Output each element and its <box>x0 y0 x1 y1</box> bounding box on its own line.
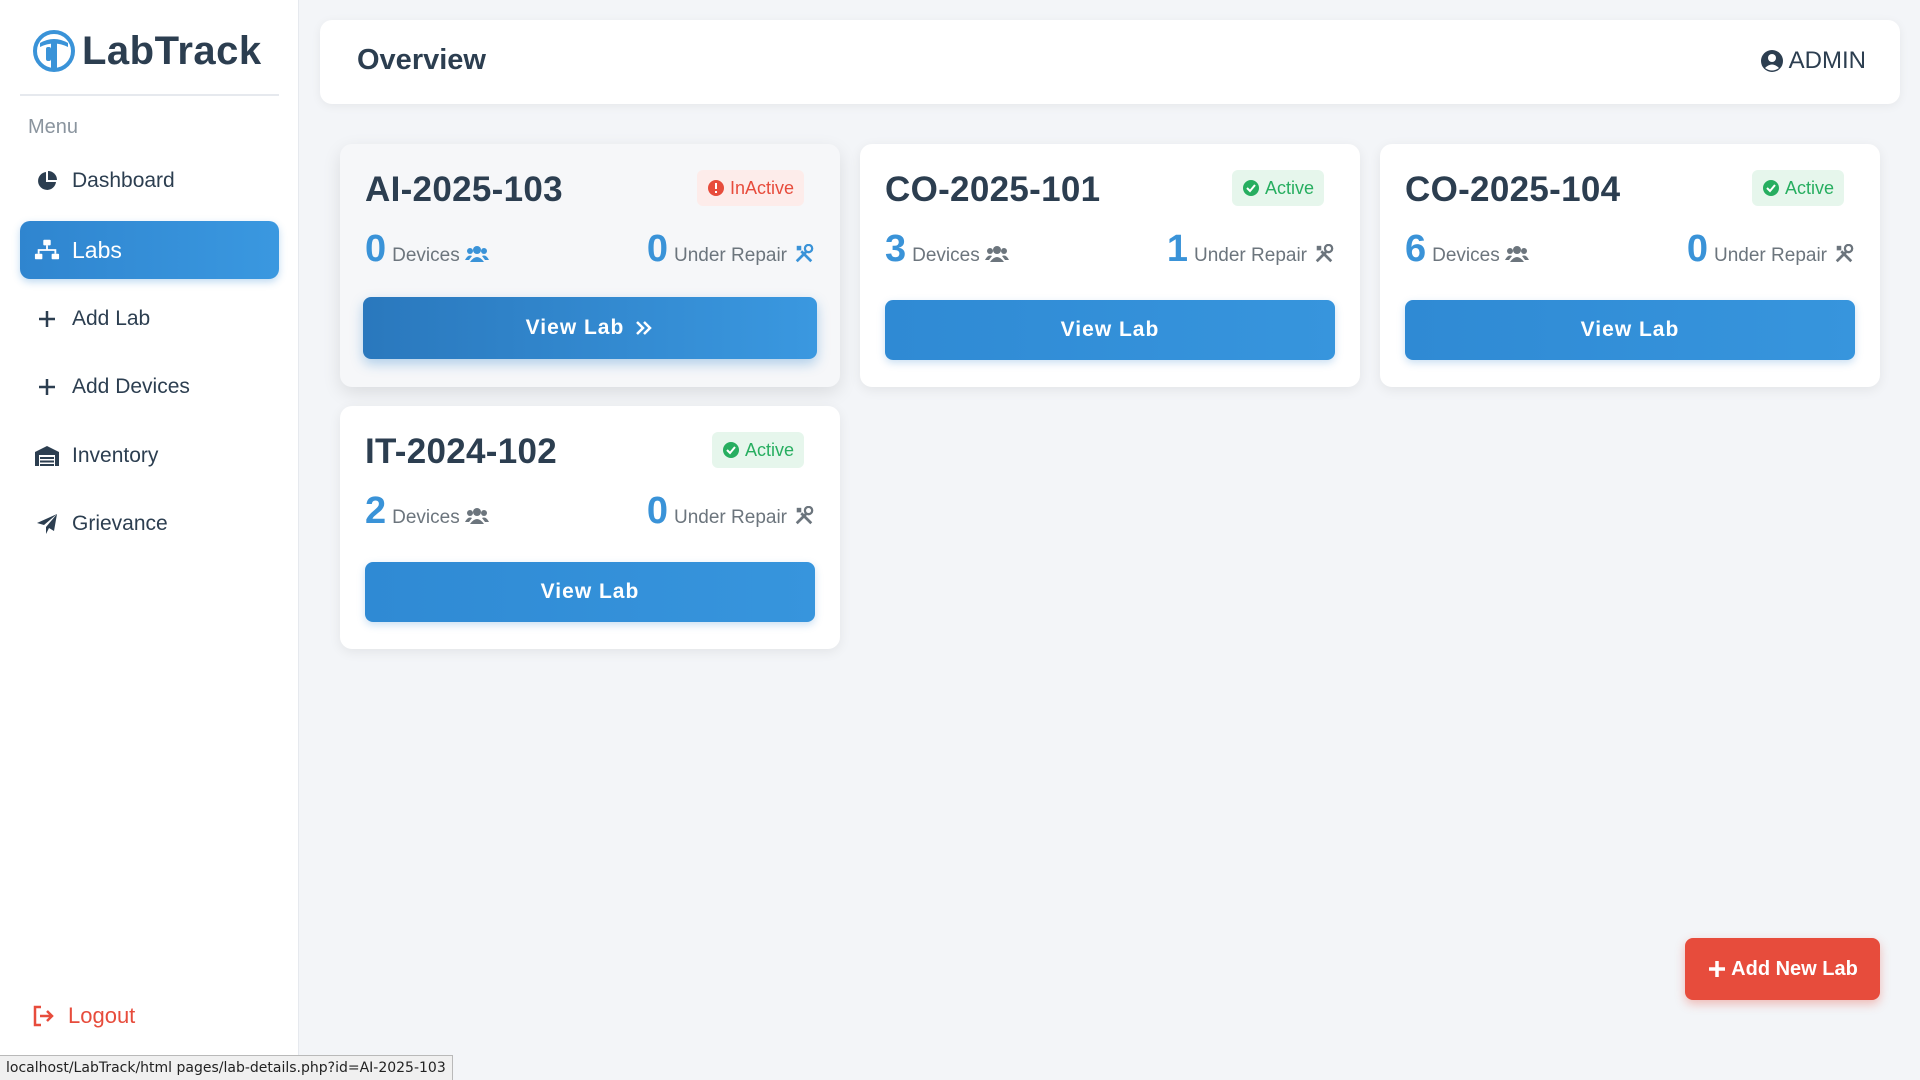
tools-icon <box>1315 244 1334 263</box>
repair-stat: 0 Under Repair <box>647 228 816 272</box>
status-badge: Active <box>1231 170 1324 206</box>
sidebar-item-add-devices[interactable]: Add Devices <box>20 358 279 416</box>
menu-heading: Menu <box>28 116 79 138</box>
sidebar-item-label: Add Lab <box>72 307 151 330</box>
logout-link[interactable]: Logout <box>32 1003 135 1029</box>
logo-icon <box>33 30 75 72</box>
divider <box>20 94 279 96</box>
check-circle-icon <box>722 442 739 458</box>
repair-label: Under Repair <box>674 245 787 266</box>
status-label: Active <box>1784 177 1834 198</box>
devices-stat: 2 Devices <box>365 490 489 534</box>
sidebar-item-label: Labs <box>72 236 122 263</box>
status-badge: Active <box>1751 170 1844 206</box>
lab-name: IT-2024-102 <box>365 432 558 471</box>
sidebar-item-grievance[interactable]: Grievance <box>20 495 279 553</box>
status-label: InActive <box>729 177 794 198</box>
topbar: Overview ADMIN <box>320 20 1900 104</box>
double-chevron-right-icon <box>636 321 653 335</box>
devices-count: 0 <box>365 228 387 270</box>
sidebar-item-dashboard[interactable]: Dashboard <box>20 152 279 210</box>
sidebar-item-labs[interactable]: Labs <box>20 221 279 279</box>
repair-label: Under Repair <box>1194 245 1307 266</box>
repair-label: Under Repair <box>674 507 787 528</box>
users-icon <box>464 246 489 262</box>
sidebar-item-label: Grievance <box>72 512 168 535</box>
lab-name: CO-2025-101 <box>885 170 1101 209</box>
add-new-lab-button[interactable]: Add New Lab <box>1685 938 1880 1000</box>
status-label: Active <box>744 439 794 460</box>
repair-count: 0 <box>646 228 668 270</box>
lab-card: CO-2025-101 Active 3 Devices 1 Under Rep… <box>860 144 1360 387</box>
user-label: ADMIN <box>1788 47 1866 74</box>
tools-icon <box>795 244 814 263</box>
repair-count: 0 <box>1686 228 1708 270</box>
status-label: Active <box>1264 177 1314 198</box>
plus-icon <box>34 306 60 332</box>
devices-label: Devices <box>392 245 460 266</box>
users-icon <box>984 246 1009 262</box>
brand-name: LabTrack <box>82 28 262 73</box>
repair-stat: 1 Under Repair <box>1167 228 1336 272</box>
status-badge: InActive <box>696 170 804 206</box>
lab-card: IT-2024-102 Active 2 Devices 0 Under Rep… <box>340 406 840 649</box>
users-icon <box>1504 246 1529 262</box>
pie-chart-icon <box>34 168 60 194</box>
lab-name: CO-2025-104 <box>1405 170 1621 209</box>
devices-stat: 3 Devices <box>885 228 1009 272</box>
view-lab-button[interactable]: View Lab <box>1405 300 1855 360</box>
repair-label: Under Repair <box>1714 245 1827 266</box>
sidebar-item-label: Inventory <box>72 444 159 467</box>
devices-stat: 6 Devices <box>1405 228 1529 272</box>
sidebar-item-label: Dashboard <box>72 169 175 192</box>
sidebar-item-add-lab[interactable]: Add Lab <box>20 290 279 348</box>
view-lab-label: View Lab <box>540 580 640 603</box>
repair-stat: 0 Under Repair <box>647 490 816 534</box>
lab-card: CO-2025-104 Active 6 Devices 0 Under Rep… <box>1380 144 1880 387</box>
user-circle-icon <box>1760 50 1783 72</box>
users-icon <box>464 508 489 524</box>
devices-label: Devices <box>912 245 980 266</box>
add-new-lab-label: Add New Lab <box>1731 957 1858 980</box>
tools-icon <box>1835 244 1854 263</box>
warehouse-icon <box>34 443 60 469</box>
sidebar: LabTrack Menu Dashboard Labs Add Lab Add… <box>0 0 299 1080</box>
repair-count: 1 <box>1166 228 1188 270</box>
plus-icon <box>34 374 60 400</box>
page-title: Overview <box>357 44 486 76</box>
repair-count: 0 <box>646 490 668 532</box>
user-menu[interactable]: ADMIN <box>1760 47 1866 75</box>
tools-icon <box>795 506 814 525</box>
view-lab-button[interactable]: View Lab <box>365 562 815 622</box>
lab-card: AI-2025-103 InActive 0 Devices 0 Under R… <box>340 144 840 387</box>
view-lab-label: View Lab <box>525 316 625 339</box>
view-lab-label: View Lab <box>1580 318 1680 341</box>
sidebar-item-label: Add Devices <box>72 375 190 398</box>
status-badge: Active <box>711 432 804 468</box>
exclamation-circle-icon <box>707 180 724 196</box>
view-lab-label: View Lab <box>1060 318 1160 341</box>
devices-count: 2 <box>365 490 387 532</box>
devices-count: 3 <box>885 228 907 270</box>
sitemap-icon <box>34 237 60 263</box>
logout-label: Logout <box>68 1003 136 1028</box>
devices-label: Devices <box>392 507 460 528</box>
plus-icon <box>1709 961 1726 977</box>
sidebar-item-inventory[interactable]: Inventory <box>20 427 279 485</box>
status-bar-url: localhost/LabTrack/html pages/lab-detail… <box>0 1055 453 1080</box>
lab-name: AI-2025-103 <box>365 170 563 209</box>
check-circle-icon <box>1242 180 1259 196</box>
devices-stat: 0 Devices <box>365 228 489 272</box>
devices-label: Devices <box>1432 245 1500 266</box>
logout-icon <box>32 1003 58 1029</box>
check-circle-icon <box>1762 180 1779 196</box>
brand[interactable]: LabTrack <box>32 26 262 76</box>
view-lab-button[interactable]: View Lab <box>885 300 1335 360</box>
repair-stat: 0 Under Repair <box>1687 228 1856 272</box>
view-lab-button[interactable]: View Lab <box>363 297 817 359</box>
paper-plane-icon <box>34 511 60 537</box>
devices-count: 6 <box>1405 228 1427 270</box>
